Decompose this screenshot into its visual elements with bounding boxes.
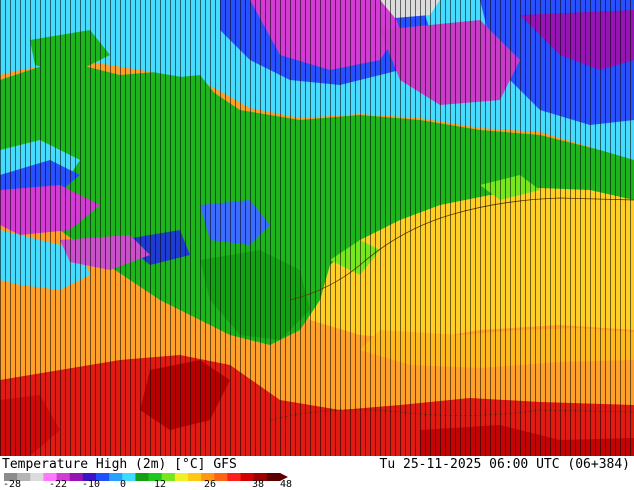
scale-segment (214, 473, 228, 481)
scale-tick: 12 (153, 479, 167, 490)
scale-segment (135, 473, 149, 481)
scale-tick: 26 (203, 479, 217, 490)
scale-segment (30, 473, 44, 481)
scale-tick: -10 (81, 479, 101, 490)
scale-tick: 48 (279, 479, 293, 490)
scale-tick: -28 (2, 479, 22, 490)
scale-segment (188, 473, 202, 481)
color-scale-bar (4, 473, 288, 481)
scale-segment (174, 473, 189, 481)
scale-tick: 0 (119, 479, 127, 490)
scale-segment (227, 473, 241, 481)
scale-tick: -22 (48, 479, 68, 490)
map-title: Temperature High (2m) [°C] GFS (2, 457, 237, 472)
scale-segment (266, 473, 281, 481)
temperature-map (0, 0, 634, 456)
valid-time-label: Tu 25-11-2025 06:00 UTC (06+384) (379, 457, 630, 472)
scale-tick: 38 (251, 479, 265, 490)
